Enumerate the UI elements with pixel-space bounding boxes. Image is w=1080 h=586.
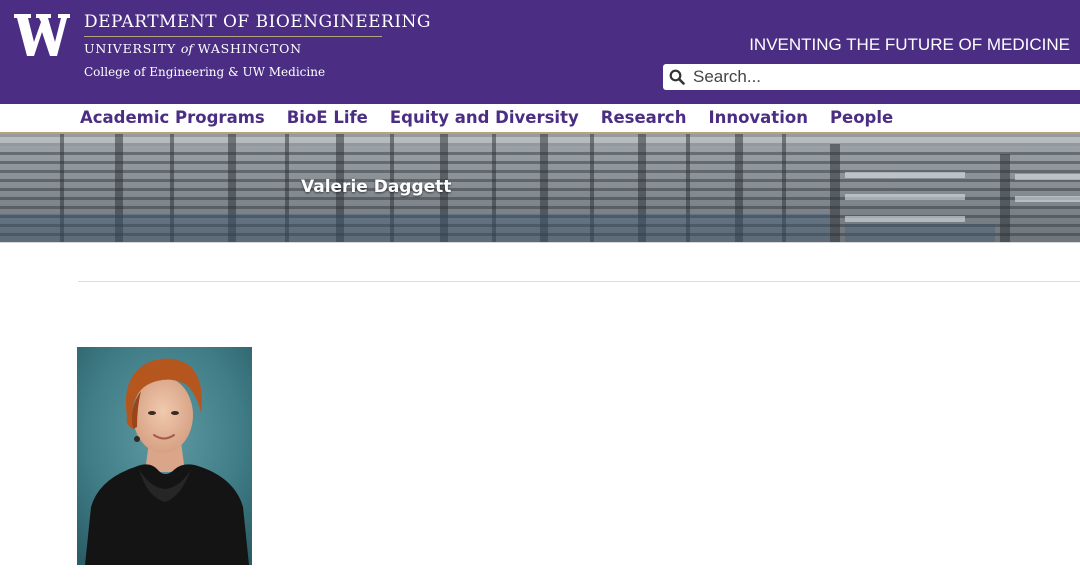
nav-item-innovation[interactable]: Innovation xyxy=(708,108,807,127)
university-name-post: WASHINGTON xyxy=(197,41,302,56)
banner-edge xyxy=(0,242,1080,243)
portrait-image xyxy=(77,347,252,565)
page-banner: Valerie Daggett xyxy=(0,134,1080,242)
search-input[interactable] xyxy=(693,64,1073,90)
nav-item-research[interactable]: Research xyxy=(601,108,687,127)
university-name-of: of xyxy=(180,41,194,56)
nav-item-bioe-life[interactable]: BioE Life xyxy=(287,108,368,127)
search-icon[interactable] xyxy=(669,69,685,85)
nav-list: Academic Programs BioE Life Equity and D… xyxy=(80,108,893,127)
search-box[interactable] xyxy=(663,64,1080,90)
university-name[interactable]: UNIVERSITY of WASHINGTON xyxy=(84,41,302,56)
main-nav: Academic Programs BioE Life Equity and D… xyxy=(0,104,1080,132)
tagline: INVENTING THE FUTURE OF MEDICINE xyxy=(749,35,1070,54)
header-rule xyxy=(84,36,382,37)
building-facade-image xyxy=(0,134,1080,242)
college-name: College of Engineering & UW Medicine xyxy=(84,65,326,79)
nav-item-academic-programs[interactable]: Academic Programs xyxy=(80,108,265,127)
university-name-pre: UNIVERSITY xyxy=(84,41,177,56)
site-header: DEPARTMENT OF BIOENGINEERING UNIVERSITY … xyxy=(0,0,1080,104)
content-divider xyxy=(78,281,1080,282)
portrait-photo xyxy=(77,347,252,565)
department-name[interactable]: DEPARTMENT OF BIOENGINEERING xyxy=(84,12,431,32)
nav-item-people[interactable]: People xyxy=(830,108,893,127)
uw-logo-icon[interactable] xyxy=(14,14,70,56)
nav-item-equity-diversity[interactable]: Equity and Diversity xyxy=(390,108,579,127)
page-title: Valerie Daggett xyxy=(301,177,452,197)
